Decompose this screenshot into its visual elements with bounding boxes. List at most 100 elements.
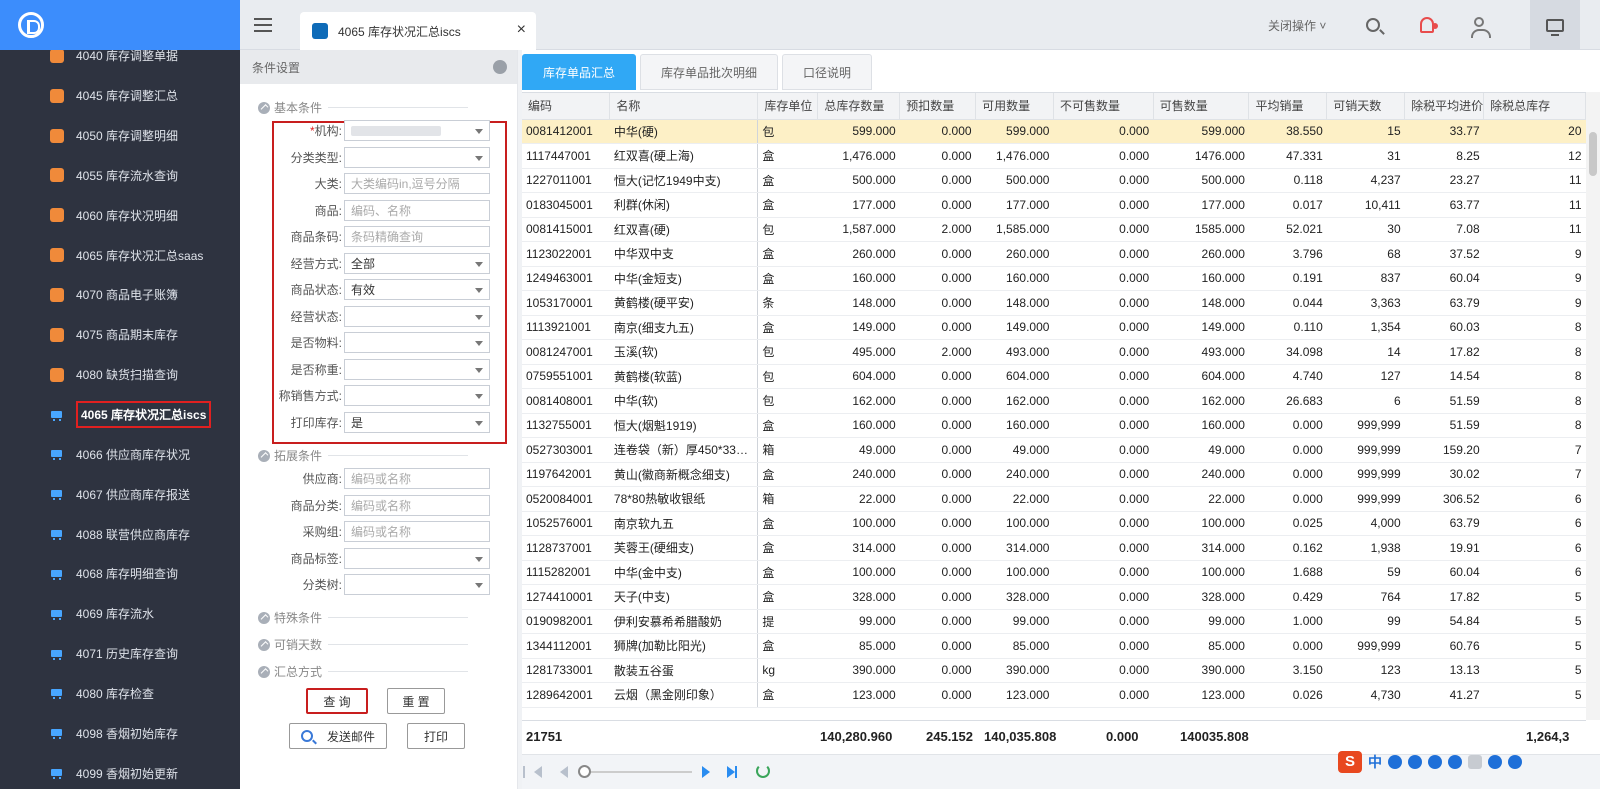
- section-basic[interactable]: 基本条件: [258, 99, 469, 116]
- result-tab[interactable]: 口径说明: [782, 54, 873, 90]
- text-input[interactable]: 编码或名称: [344, 494, 490, 516]
- column-header[interactable]: 可用数量: [975, 93, 1054, 120]
- table-row[interactable]: 1128737001 芙蓉王(硬细支) 盒 314.000 0.000 314.000 0.…: [522, 535, 1586, 561]
- sidebar-item[interactable]: 4075 商品期末库存: [0, 315, 240, 355]
- table-row[interactable]: 1113921001 南京(细支九五) 盒 149.000 0.000 149.000 0.…: [522, 315, 1586, 340]
- sidebar-item[interactable]: 4080 库存检查: [0, 674, 240, 714]
- table-row[interactable]: 1053170001 黄鹤楼(硬平安) 条 148.000 0.000 148.000 0.…: [522, 290, 1586, 316]
- table-row[interactable]: 1197642001 黄山(徽商新概念细支) 盒 240.000 0.000 240.00…: [522, 462, 1586, 487]
- sidebar-item[interactable]: 4071 历史库存查询: [0, 634, 240, 674]
- collapse-icon[interactable]: [493, 60, 507, 74]
- sidebar-item[interactable]: 4070 商品电子账簿: [0, 275, 240, 315]
- bell-icon[interactable]: [1420, 0, 1438, 50]
- sidebar-item[interactable]: 4067 供应商库存报送: [0, 474, 240, 514]
- column-header[interactable]: 编码: [522, 93, 611, 120]
- table-row[interactable]: 1132755001 恒大(烟魁1919) 盒 160.000 0.000 160.000…: [522, 413, 1586, 438]
- table-row[interactable]: 1052576001 南京软九五盒 100.000 0.000 100.000 0.000…: [522, 511, 1586, 536]
- select-field[interactable]: [344, 146, 490, 168]
- first-page-icon[interactable]: [523, 766, 542, 778]
- column-header[interactable]: 名称: [609, 93, 759, 120]
- emoji-icon[interactable]: [1408, 755, 1422, 769]
- close-operations-menu[interactable]: 关闭操作 ˅: [1268, 0, 1326, 50]
- text-input[interactable]: 大类编码in,逗号分隔: [344, 173, 490, 194]
- table-row[interactable]: 0081408001 中华(软) 包 162.000 0.000 162.000 0.000…: [522, 388, 1586, 414]
- send-email-button[interactable]: 发送邮件: [289, 723, 387, 749]
- page-slider-track[interactable]: [584, 771, 692, 773]
- sidebar-item[interactable]: 4098 香烟初始库存: [0, 713, 240, 753]
- table-row[interactable]: 1274410001 天子(中支) 盒 328.000 0.000 328.000 0.00…: [522, 584, 1586, 610]
- select-field[interactable]: [344, 547, 490, 569]
- sidebar-item[interactable]: 4068 库存明细查询: [0, 554, 240, 594]
- column-header[interactable]: 预扣数量: [899, 93, 977, 120]
- result-tab[interactable]: 库存单品批次明细: [640, 54, 779, 90]
- result-tab[interactable]: 库存单品汇总: [522, 54, 637, 90]
- table-row[interactable]: 1344112001 狮牌(加勒比阳光) 盒 85.000 0.000 85.000 0.0…: [522, 633, 1586, 659]
- sidebar-item[interactable]: 4060 库存状况明细: [0, 195, 240, 235]
- select-field[interactable]: [344, 332, 490, 353]
- column-header[interactable]: 可销天数: [1326, 93, 1406, 120]
- table-row[interactable]: 1289642001 云烟（黑金刚印象）盒 123.000 0.000 123.000 0…: [522, 682, 1586, 708]
- table-row[interactable]: 0081415001 红双喜(硬) 包 1,587.000 2.000 1,585.000…: [522, 217, 1586, 242]
- sidebar-item[interactable]: 4045 库存调整汇总: [0, 76, 240, 116]
- grid-icon[interactable]: [1508, 755, 1522, 769]
- monitor-icon[interactable]: [1530, 0, 1580, 50]
- sidebar-item[interactable]: 4050 库存调整明细: [0, 116, 240, 156]
- sogou-logo-icon[interactable]: S: [1338, 751, 1362, 773]
- select-field[interactable]: 有效: [344, 279, 490, 300]
- section-special[interactable]: 特殊条件: [258, 609, 469, 626]
- select-field[interactable]: [344, 358, 490, 380]
- last-page-icon[interactable]: [727, 766, 737, 778]
- table-row[interactable]: 1227011001 恒大(记忆1949中支) 盒 500.000 0.000 500.0…: [522, 168, 1586, 193]
- prev-page-icon[interactable]: [560, 766, 568, 778]
- user-icon[interactable]: [1468, 755, 1482, 769]
- sidebar-item[interactable]: 4065 库存状况汇总iscs: [0, 395, 240, 435]
- table-row[interactable]: 1249463001 中华(金短支) 盒 160.000 0.000 160.000 0.0…: [522, 266, 1586, 291]
- column-header[interactable]: 平均销量: [1248, 93, 1328, 120]
- next-page-icon[interactable]: [702, 766, 710, 778]
- table-row[interactable]: 1123022001 中华双中支盒 260.000 0.000 260.000 0.000…: [522, 241, 1586, 267]
- select-field[interactable]: 是: [344, 411, 490, 433]
- table-row[interactable]: 0081247001 玉溪(软) 包 495.000 2.000 493.000 0.000…: [522, 339, 1586, 365]
- table-row[interactable]: 1117447001 红双喜(硬上海) 盒 1,476.000 0.000 1,476.0…: [522, 143, 1586, 169]
- column-header[interactable]: 可售数量: [1153, 93, 1250, 120]
- select-field[interactable]: [344, 385, 490, 406]
- page-slider-handle[interactable]: [578, 765, 591, 778]
- user-icon[interactable]: [1471, 0, 1491, 50]
- table-row[interactable]: 1115282001 中华(金中支) 盒 100.000 0.000 100.000 0.0…: [522, 560, 1586, 585]
- column-header[interactable]: 除税总库存: [1483, 93, 1586, 120]
- sidebar-item[interactable]: 4069 库存流水: [0, 594, 240, 634]
- vertical-scrollbar[interactable]: [1586, 92, 1600, 720]
- sidebar-item[interactable]: 4099 香烟初始更新: [0, 753, 240, 789]
- reset-button[interactable]: 重 置: [387, 688, 445, 714]
- column-header[interactable]: 除税平均进价: [1404, 93, 1485, 120]
- column-header[interactable]: 库存单位: [757, 93, 819, 120]
- table-row[interactable]: 0527303001 连卷袋（新）厚450*33… 箱 49.000 0.000 49.0…: [522, 437, 1586, 463]
- select-field[interactable]: [344, 305, 490, 327]
- select-field[interactable]: [344, 120, 490, 141]
- table-row[interactable]: 0759551001 黄鹤楼(软蓝) 包 604.000 0.000 604.000 0.0…: [522, 364, 1586, 389]
- query-button[interactable]: 查 询: [306, 688, 368, 714]
- table-row[interactable]: 0520084001 78*80热敏收银纸箱 22.000 0.000 22.000 0.…: [522, 486, 1586, 512]
- sidebar-item[interactable]: 4080 缺货扫描查询: [0, 355, 240, 395]
- mic-icon[interactable]: [1428, 755, 1442, 769]
- column-header[interactable]: 总库存数量: [817, 93, 901, 120]
- tab-stock-summary-iscs[interactable]: 4065 库存状况汇总iscs ×: [300, 12, 536, 50]
- table-row[interactable]: 0081412001 中华(硬) 包 599.000 0.000 599.000 0.000…: [522, 119, 1586, 144]
- ime-language[interactable]: 中: [1368, 752, 1382, 772]
- table-row[interactable]: 0183045001 利群(休闲) 盒 177.000 0.000 177.000 0.00…: [522, 192, 1586, 218]
- select-field[interactable]: 全部: [344, 252, 490, 274]
- column-header[interactable]: 不可售数量: [1053, 93, 1154, 120]
- sidebar-item[interactable]: 4065 库存状况汇总saas: [0, 235, 240, 275]
- text-input[interactable]: 编码或名称: [344, 521, 490, 542]
- table-row[interactable]: 0190982001 伊利安慕希希腊酸奶提 99.000 0.000 99.000 0.0…: [522, 609, 1586, 634]
- sidebar-item[interactable]: 4066 供应商库存状况: [0, 434, 240, 474]
- close-icon[interactable]: ×: [517, 21, 526, 39]
- search-icon[interactable]: [1366, 0, 1380, 50]
- text-input[interactable]: 编码、名称: [344, 199, 490, 221]
- select-field[interactable]: [344, 574, 490, 595]
- skin-icon[interactable]: [1488, 755, 1502, 769]
- logo[interactable]: [0, 0, 240, 50]
- keyboard-icon[interactable]: [1448, 755, 1462, 769]
- section-summary[interactable]: 汇总方式: [258, 663, 469, 680]
- sidebar-item[interactable]: 4055 库存流水查询: [0, 156, 240, 196]
